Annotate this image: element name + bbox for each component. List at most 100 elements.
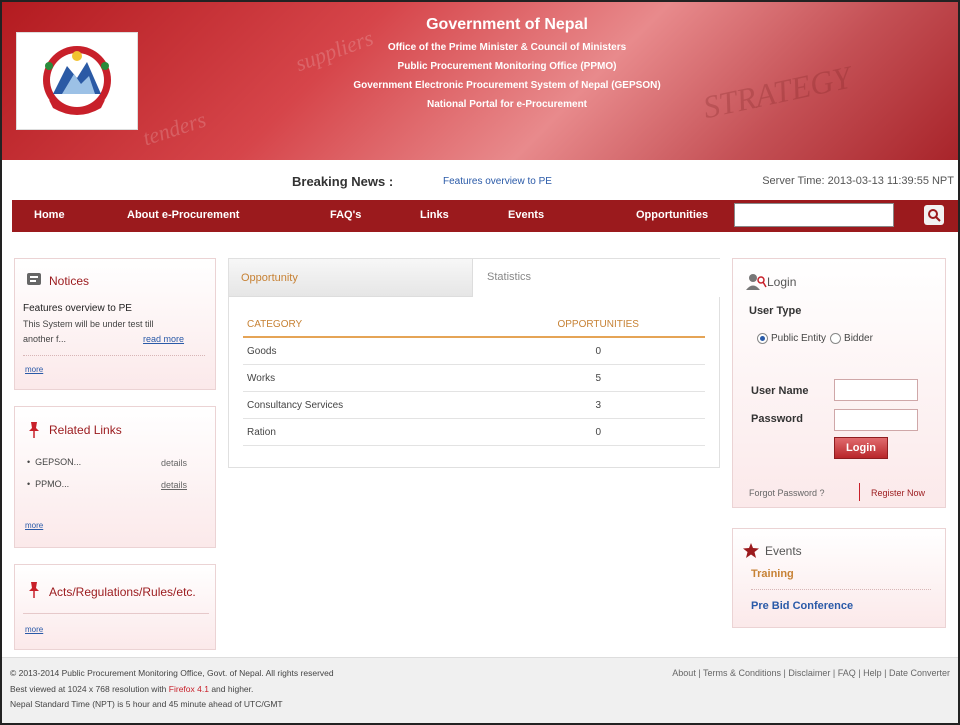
- count-cell: 5: [491, 364, 705, 392]
- search-icon: [928, 209, 941, 222]
- radio-bidder[interactable]: [830, 333, 842, 344]
- watermark-decoration: STRATEGY: [699, 58, 854, 126]
- footer-link-faq[interactable]: FAQ: [838, 668, 856, 678]
- tab-opportunity-label: Opportunity: [241, 272, 298, 284]
- count-cell: 3: [491, 391, 705, 419]
- username-input[interactable]: [834, 379, 918, 401]
- divider: [751, 589, 931, 590]
- column-header-category: CATEGORY: [243, 319, 492, 338]
- footer-link-about[interactable]: About: [672, 668, 696, 678]
- user-login-icon: [746, 274, 767, 290]
- divider: [23, 355, 205, 356]
- footer-browser-suffix: and higher.: [211, 684, 254, 694]
- notices-icon: [27, 273, 41, 285]
- notices-panel: Notices Features overview to PE This Sys…: [14, 258, 216, 390]
- search-button[interactable]: [924, 205, 944, 225]
- notices-title: Notices: [49, 274, 90, 288]
- related-links-panel: Related Links • GEPSON... details • PPMO…: [14, 406, 216, 548]
- related-link-label: GEPSON...: [35, 457, 82, 467]
- breaking-news-link[interactable]: Features overview to PE: [443, 176, 552, 187]
- register-now-link[interactable]: Register Now: [871, 488, 925, 498]
- footer-browser-prefix: Best viewed at 1024 x 768 resolution wit…: [10, 684, 167, 694]
- nav-about-eprocurement[interactable]: About e-Procurement: [127, 209, 239, 221]
- footer-link-terms[interactable]: Terms & Conditions: [703, 668, 781, 678]
- notice-body-line-1: This System will be under test till: [23, 319, 154, 329]
- category-cell: Goods: [243, 337, 492, 365]
- forgot-password-link[interactable]: Forgot Password ?: [749, 488, 825, 498]
- column-header-opportunities: OPPORTUNITIES: [491, 319, 705, 338]
- footer-link-help[interactable]: Help: [863, 668, 882, 678]
- footer-browser-note: Best viewed at 1024 x 768 resolution wit…: [10, 684, 253, 694]
- related-link-item[interactable]: • GEPSON...: [27, 457, 81, 467]
- footer: © 2013-2014 Public Procurement Monitorin…: [2, 657, 958, 723]
- table-header-row: CATEGORY OPPORTUNITIES: [243, 319, 705, 338]
- breaking-news-bar: Breaking News : Features overview to PE …: [2, 162, 958, 198]
- pushpin-icon: [29, 422, 39, 438]
- table-row[interactable]: Consultancy Services 3: [243, 391, 705, 419]
- acts-more-link[interactable]: more: [25, 625, 43, 634]
- login-button[interactable]: Login: [834, 437, 888, 459]
- footer-links: About | Terms & Conditions | Disclaimer …: [672, 668, 950, 678]
- nav-home[interactable]: Home: [34, 209, 65, 221]
- server-time: Server Time: 2013-03-13 11:39:55 NPT: [762, 175, 954, 187]
- radio-selected-dot: [760, 336, 765, 341]
- header-title: Government of Nepal: [426, 16, 588, 33]
- opportunity-tabs-panel: Opportunity Statistics CATEGORY OPPORTUN…: [228, 258, 721, 468]
- tab-statistics-label: Statistics: [487, 271, 532, 283]
- related-links-title: Related Links: [49, 423, 122, 437]
- login-panel: Login User Type Public Entity Bidder Use…: [732, 258, 946, 508]
- divider: [859, 483, 860, 501]
- nav-links[interactable]: Links: [420, 209, 449, 221]
- username-label: User Name: [751, 385, 809, 397]
- nav-faqs[interactable]: FAQ's: [330, 209, 361, 221]
- main-nav: Home About e-Procurement FAQ's Links Eve…: [12, 200, 958, 232]
- notice-headline: Features overview to PE: [23, 303, 132, 314]
- header-line-1: Office of the Prime Minister & Council o…: [387, 42, 627, 53]
- search-input[interactable]: [734, 203, 894, 227]
- tab-opportunity[interactable]: Opportunity: [229, 259, 473, 297]
- firefox-link[interactable]: Firefox 4.1: [169, 684, 209, 694]
- pushpin-icon: [29, 582, 39, 598]
- event-item-training[interactable]: Training: [751, 568, 794, 580]
- header-titles: Government of Nepal Office of the Prime …: [302, 16, 712, 118]
- password-label: Password: [751, 413, 803, 425]
- header-line-3: Government Electronic Procurement System…: [353, 80, 661, 91]
- page-frame: suppliers tenders STRATEGY Government of…: [0, 0, 960, 725]
- category-cell: Consultancy Services: [243, 391, 492, 419]
- footer-link-date-converter[interactable]: Date Converter: [889, 668, 950, 678]
- related-more-link[interactable]: more: [25, 521, 43, 530]
- related-link-details[interactable]: details: [161, 458, 187, 468]
- opportunities-table: CATEGORY OPPORTUNITIES Goods 0 Works 5 C…: [243, 319, 705, 446]
- table-row[interactable]: Ration 0: [243, 418, 705, 446]
- user-type-label: User Type: [749, 305, 802, 317]
- table-row[interactable]: Goods 0: [243, 337, 705, 365]
- nav-opportunities[interactable]: Opportunities: [636, 209, 708, 221]
- header-line-2: Public Procurement Monitoring Office (PP…: [397, 61, 617, 72]
- footer-copyright: © 2013-2014 Public Procurement Monitorin…: [10, 668, 334, 678]
- user-type-options: Public Entity Bidder: [757, 333, 873, 344]
- related-link-item[interactable]: • PPMO...: [27, 479, 69, 489]
- related-link-details[interactable]: details: [161, 480, 187, 490]
- star-icon: [743, 543, 759, 558]
- table-row[interactable]: Works 5: [243, 364, 705, 392]
- notices-more-link[interactable]: more: [25, 365, 43, 374]
- header-line-4: National Portal for e-Procurement: [426, 99, 588, 110]
- events-panel: Events Training Pre Bid Conference: [732, 528, 946, 628]
- count-cell: 0: [491, 337, 705, 365]
- login-title: Login: [767, 275, 797, 289]
- notice-read-more-link[interactable]: read more: [143, 334, 184, 344]
- site-header: suppliers tenders STRATEGY Government of…: [2, 2, 958, 160]
- event-item-prebid[interactable]: Pre Bid Conference: [751, 600, 853, 612]
- watermark-decoration: tenders: [139, 106, 209, 151]
- nav-events[interactable]: Events: [508, 209, 544, 221]
- category-cell: Ration: [243, 418, 492, 446]
- tab-statistics[interactable]: Statistics: [477, 259, 721, 297]
- radio-public-entity[interactable]: [757, 333, 768, 344]
- category-cell: Works: [243, 364, 492, 392]
- password-input[interactable]: [834, 409, 918, 431]
- breaking-news-label: Breaking News :: [292, 174, 394, 189]
- nepal-emblem-logo: [16, 32, 138, 130]
- footer-link-disclaimer[interactable]: Disclaimer: [788, 668, 830, 678]
- emblem-icon: [43, 46, 111, 115]
- related-link-label: PPMO...: [35, 479, 70, 489]
